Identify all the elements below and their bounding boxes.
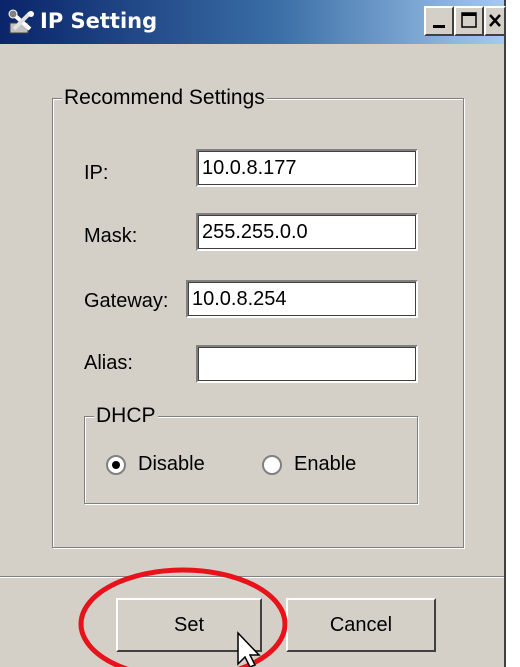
highlight-annotation — [78, 567, 288, 667]
